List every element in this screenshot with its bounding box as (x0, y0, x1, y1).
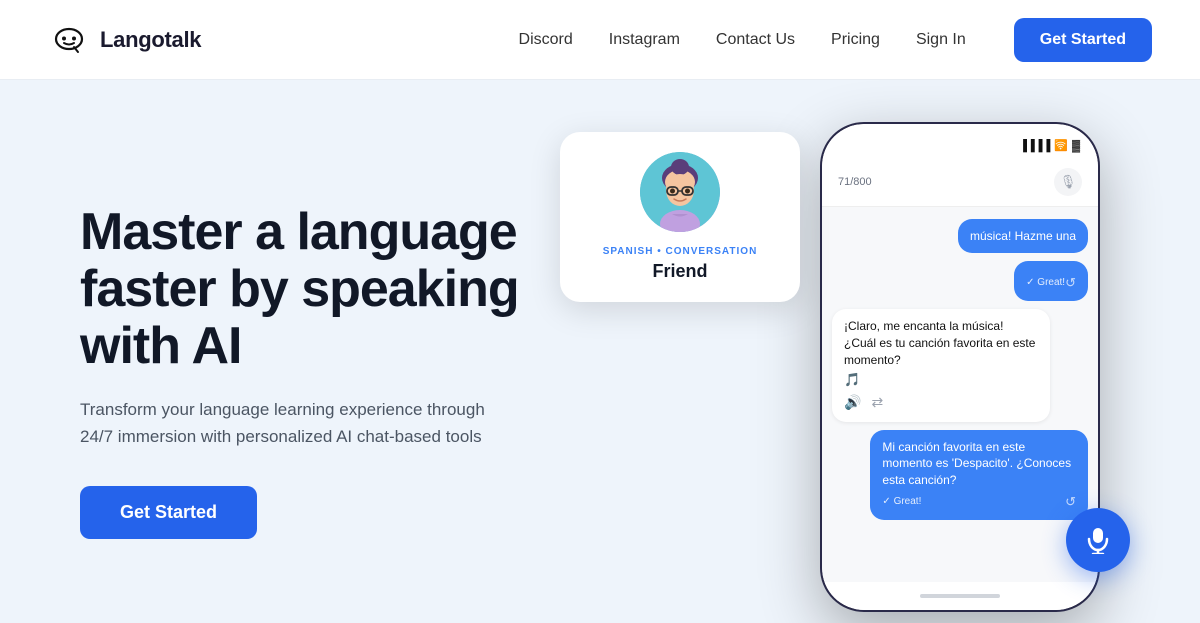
bubble-4: Mi canción favorita en este momento es '… (870, 430, 1088, 521)
translate-icons: 🔊 ⇄ (844, 393, 1038, 413)
hero-left: Master a language faster by speaking wit… (80, 204, 519, 539)
phone-chat-header: 71/800 🎙 (822, 160, 1098, 207)
hero-subtext: Transform your language learning experie… (80, 396, 500, 450)
nav-link-pricing[interactable]: Pricing (831, 31, 880, 49)
nav-link-signin[interactable]: Sign In (916, 31, 966, 49)
hero-cta-button[interactable]: Get Started (80, 486, 257, 539)
nav-link-discord[interactable]: Discord (519, 31, 573, 49)
bubble-reload-icon: ↺ (1065, 274, 1076, 292)
battery-icon: ▓ (1072, 140, 1080, 152)
signal-icon: ▐▐▐▐ (1019, 140, 1050, 152)
phone-mic-button[interactable]: 🎙 (1054, 168, 1082, 196)
phone-bottom-bar (822, 582, 1098, 610)
phone-mockup: ▐▐▐▐ 🛜 ▓ 71/800 🎙 música! Hazme una (820, 122, 1100, 612)
navbar: Langotalk Discord Instagram Contact Us P… (0, 0, 1200, 80)
nav-links: Discord Instagram Contact Us Pricing Sig… (519, 18, 1152, 62)
chat-area: música! Hazme una ✓ Great! ↺ ¡Claro, me … (822, 207, 1098, 582)
speaker-icon[interactable]: 🔊 (844, 393, 861, 413)
nav-link-contact[interactable]: Contact Us (716, 31, 795, 49)
avatar (640, 152, 720, 232)
logo[interactable]: Langotalk (48, 19, 201, 61)
hero-right: SPANISH • CONVERSATION Friend ▐▐▐▐ 🛜 ▓ 7… (560, 122, 1120, 622)
home-bar (920, 594, 1000, 598)
phone-score: 71/800 (838, 176, 872, 188)
status-icons: ▐▐▐▐ 🛜 ▓ (1019, 139, 1080, 152)
hero-heading: Master a language faster by speaking wit… (80, 204, 519, 376)
chat-card: SPANISH • CONVERSATION Friend (560, 132, 800, 302)
bubble-2: ✓ Great! ↺ (1014, 261, 1088, 301)
hero-section: Master a language faster by speaking wit… (0, 80, 1200, 623)
bubble-1-text: música! Hazme una (970, 229, 1076, 243)
phone-status-bar: ▐▐▐▐ 🛜 ▓ (822, 124, 1098, 160)
bubble-4-text: Mi canción favorita en este momento es '… (882, 440, 1071, 488)
card-lang-label: SPANISH • CONVERSATION (603, 246, 758, 257)
nav-cta-button[interactable]: Get Started (1014, 18, 1152, 62)
bubble-3: ¡Claro, me encanta la música! ¿Cuál es t… (832, 309, 1050, 421)
wifi-icon: 🛜 (1054, 139, 1068, 152)
mic-icon (1084, 526, 1112, 554)
music-note-icon: 🎵 (844, 371, 1038, 389)
mic-fab-button[interactable] (1066, 508, 1130, 572)
bubble-4-check: ✓ Great! (882, 495, 921, 509)
card-name: Friend (652, 261, 707, 282)
nav-link-instagram[interactable]: Instagram (609, 31, 680, 49)
bubble-1: música! Hazme una (958, 219, 1088, 254)
avatar-image (640, 152, 720, 232)
logo-icon (48, 19, 90, 61)
bubble-3-text: ¡Claro, me encanta la música! ¿Cuál es t… (844, 319, 1035, 367)
bubble-check-icon: ✓ Great! (1026, 276, 1065, 290)
bubble-4-reload: ↺ (1065, 493, 1076, 511)
logo-text: Langotalk (100, 27, 201, 53)
translate-icon[interactable]: ⇄ (871, 393, 883, 413)
